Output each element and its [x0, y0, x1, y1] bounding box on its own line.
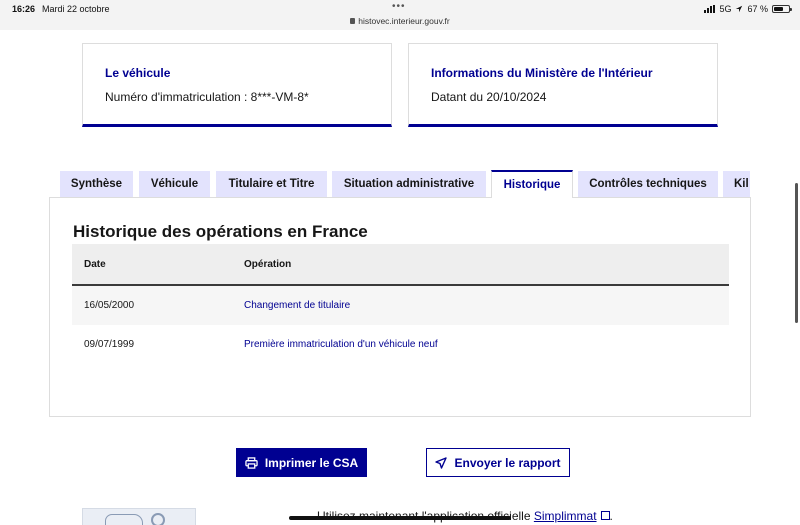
status-indicators: 5G 67 % [704, 4, 792, 14]
url-text: histovec.interieur.gouv.fr [358, 16, 450, 26]
gear-icon [151, 513, 165, 525]
print-csa-button[interactable]: Imprimer le CSA [236, 448, 367, 477]
lock-icon [350, 18, 356, 24]
network-label: 5G [719, 4, 732, 14]
tab-controles-techniques[interactable]: Contrôles techniques [578, 171, 718, 198]
more-dots-icon[interactable]: ••• [392, 1, 406, 12]
row-operation: Changement de titulaire [244, 300, 351, 311]
tab-historique[interactable]: Historique [491, 170, 573, 198]
column-date: Date [84, 259, 106, 270]
printer-icon [245, 456, 258, 469]
status-date: Mardi 22 octobre [42, 4, 110, 14]
history-panel: Historique des opérations en France Date… [49, 197, 751, 417]
column-operation: Opération [244, 259, 292, 270]
status-bar: 16:26 Mardi 22 octobre ••• histovec.inte… [0, 0, 800, 30]
row-operation: Première immatriculation d'un véhicule n… [244, 339, 438, 350]
scrollbar[interactable] [795, 183, 798, 323]
print-csa-label: Imprimer le CSA [264, 455, 359, 470]
simplimmat-illustration [82, 508, 196, 525]
registration-number: Numéro d'immatriculation : 8***-VM-8* [105, 90, 309, 104]
send-report-button[interactable]: Envoyer le rapport [426, 448, 570, 477]
vehicle-card-title: Le véhicule [105, 66, 171, 80]
address-bar[interactable]: histovec.interieur.gouv.fr [0, 16, 800, 26]
ministry-card: Informations du Ministère de l'Intérieur… [408, 43, 718, 127]
table-body: 16/05/2000 Changement de titulaire 09/07… [72, 286, 729, 364]
car-icon [105, 514, 143, 525]
battery-percent: 67 % [747, 4, 768, 14]
tab-situation-administrative[interactable]: Situation administrative [332, 171, 486, 198]
tab-synthese[interactable]: Synthèse [60, 171, 133, 198]
report-tabs: Synthèse Véhicule Titulaire et Titre Sit… [60, 170, 750, 198]
ministry-card-title: Informations du Ministère de l'Intérieur [431, 66, 653, 80]
signal-icon [704, 5, 716, 13]
row-date: 09/07/1999 [84, 339, 135, 350]
table-header: Date Opération [72, 244, 729, 286]
history-table: Date Opération 16/05/2000 Changement de … [72, 244, 729, 364]
home-indicator[interactable] [289, 516, 511, 520]
history-title: Historique des opérations en France [73, 222, 368, 241]
send-report-label: Envoyer le rapport [454, 455, 561, 470]
table-row: 16/05/2000 Changement de titulaire [72, 286, 729, 325]
data-date: Datant du 20/10/2024 [431, 90, 547, 104]
send-icon [435, 456, 448, 469]
row-date: 16/05/2000 [84, 300, 135, 311]
tab-vehicule[interactable]: Véhicule [139, 171, 210, 198]
table-row: 09/07/1999 Première immatriculation d'un… [72, 325, 729, 364]
tab-kilometrage[interactable]: Kil [723, 171, 750, 198]
promo-suffix: . [609, 509, 613, 523]
status-time: 16:26 [12, 4, 36, 14]
simplimmat-link[interactable]: Simplimmat [534, 509, 597, 523]
location-icon [736, 5, 743, 13]
vehicle-card: Le véhicule Numéro d'immatriculation : 8… [82, 43, 392, 127]
external-link-icon [600, 511, 610, 520]
battery-icon [772, 5, 792, 13]
tab-titulaire-titre[interactable]: Titulaire et Titre [216, 171, 327, 198]
